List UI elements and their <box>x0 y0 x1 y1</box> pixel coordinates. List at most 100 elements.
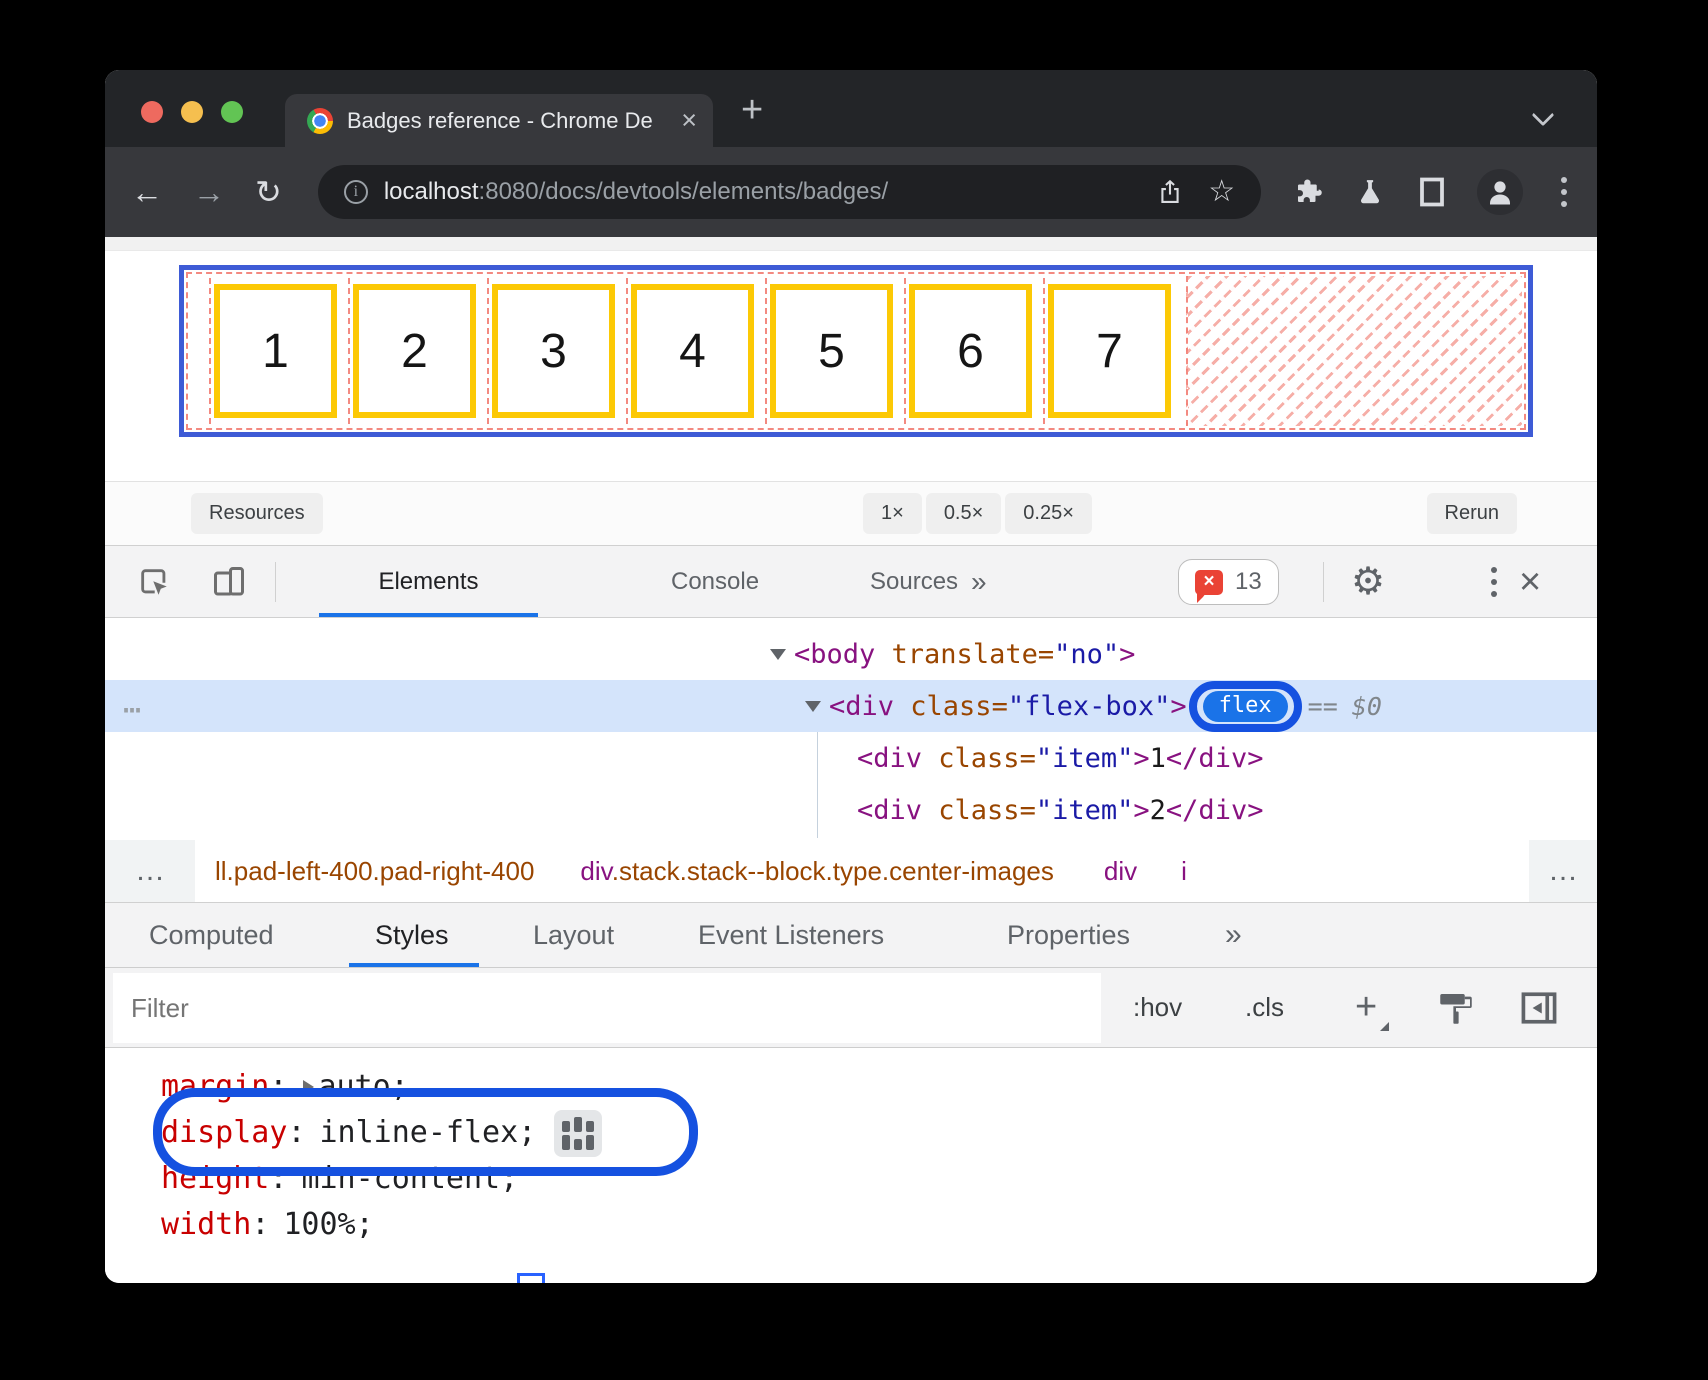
css-property-name[interactable]: margin <box>161 1064 269 1110</box>
css-property-value[interactable]: auto; <box>318 1064 408 1110</box>
browser-tab[interactable]: Badges reference - Chrome De × <box>285 94 713 147</box>
tree-row-flex-box-selected[interactable]: … <div class="flex-box"> flex == $0 <box>105 680 1597 732</box>
error-count: 13 <box>1235 568 1262 596</box>
side-panel-icon[interactable] <box>1417 175 1447 209</box>
css-rule-width[interactable]: width:100%; <box>105 1202 1597 1248</box>
flex-demo-row: 1234567 <box>188 274 1524 428</box>
flex-item: 7 <box>1048 284 1171 418</box>
new-tab-button[interactable]: + <box>741 91 763 129</box>
toolbar-divider <box>275 562 276 602</box>
toolbar-divider <box>1323 562 1324 602</box>
scale-button[interactable]: 0.25× <box>1005 493 1092 534</box>
devtools-close-icon[interactable]: × <box>1519 546 1541 617</box>
window-close-button[interactable] <box>141 101 163 123</box>
breadcrumb-item[interactable]: i <box>1181 856 1187 887</box>
browser-menu-kebab-icon[interactable] <box>1557 173 1571 211</box>
flex-badge-highlight-ring: flex <box>1203 691 1288 722</box>
css-property-name[interactable]: display <box>161 1110 287 1156</box>
styles-filter-input[interactable] <box>113 973 1101 1043</box>
tab-event-listeners[interactable]: Event Listeners <box>698 903 884 967</box>
tab-strip: Badges reference - Chrome De × + <box>105 70 1597 147</box>
flex-item: 4 <box>631 284 754 418</box>
flex-item: 1 <box>214 284 337 418</box>
labs-flask-icon[interactable] <box>1355 177 1385 207</box>
tree-row-item-2[interactable]: <div class="item">2</div> <box>105 784 1597 836</box>
css-property-name[interactable]: height <box>161 1156 269 1202</box>
css-rule-display[interactable]: display:inline-flex; <box>105 1110 1597 1156</box>
tab-layout[interactable]: Layout <box>533 903 614 967</box>
tab-computed[interactable]: Computed <box>149 903 274 967</box>
site-info-icon[interactable]: i <box>344 180 368 204</box>
breadcrumb-item[interactable]: div.stack.stack--block.type.center-image… <box>580 856 1053 887</box>
devtools-menu-kebab-icon[interactable] <box>1453 546 1501 617</box>
element-classes-toggle[interactable]: .cls <box>1245 968 1284 1047</box>
expand-caret-icon[interactable] <box>805 701 821 712</box>
flex-items: 1234567 <box>198 274 1171 428</box>
paint-roller-icon[interactable] <box>1435 968 1477 1047</box>
css-property-value[interactable]: inline-flex; <box>320 1110 537 1156</box>
reload-button[interactable]: ↻ <box>255 176 282 208</box>
resources-button[interactable]: Resources <box>191 493 323 534</box>
more-tabs-icon[interactable]: » <box>971 546 987 617</box>
page-content: 1234567 Resources 1×0.5×0.25× Rerun <box>105 237 1597 545</box>
breadcrumb-overflow-left[interactable]: … <box>105 840 195 902</box>
url-text[interactable]: localhost:8080/docs/devtools/elements/ba… <box>384 178 1130 206</box>
flex-item: 5 <box>770 284 893 418</box>
expand-caret-icon[interactable] <box>770 649 786 660</box>
scale-button[interactable]: 1× <box>863 493 922 534</box>
flex-item: 3 <box>492 284 615 418</box>
css-rules-pane: margin:auto; display:inline-flex; height… <box>105 1048 1597 1283</box>
css-rule-height[interactable]: height:min-content; <box>105 1156 1597 1202</box>
tab-elements[interactable]: Elements <box>319 546 538 617</box>
device-toolbar-icon[interactable] <box>211 546 247 617</box>
breadcrumb: … ll.pad-left-400.pad-right-400 div.stac… <box>105 840 1597 903</box>
tab-styles[interactable]: Styles <box>375 903 449 967</box>
inspect-element-icon[interactable] <box>137 546 171 617</box>
css-property-name[interactable]: width <box>161 1202 251 1248</box>
error-badge[interactable]: × 13 <box>1178 559 1279 605</box>
scale-button[interactable]: 0.5× <box>926 493 1001 534</box>
new-style-rule-button[interactable]: + <box>1355 968 1377 1047</box>
item1-element-code: <div class="item">1</div> <box>857 743 1263 774</box>
toggle-sidebar-panel-icon[interactable] <box>1517 968 1561 1047</box>
flex-badge[interactable]: flex <box>1203 691 1288 722</box>
window-minimize-button[interactable] <box>181 101 203 123</box>
extensions-puzzle-icon[interactable] <box>1293 177 1323 207</box>
tab-close-icon[interactable]: × <box>681 107 697 134</box>
css-rule-margin[interactable]: margin:auto; <box>105 1064 1597 1110</box>
chevron-down-icon[interactable] <box>1532 104 1555 127</box>
traffic-lights <box>141 101 243 123</box>
hidden-ancestors-ellipsis[interactable]: … <box>123 686 143 721</box>
tab-sources[interactable]: Sources <box>870 546 958 617</box>
breadcrumb-overflow-right[interactable]: … <box>1529 840 1597 902</box>
css-property-value[interactable]: min-content; <box>301 1156 518 1202</box>
back-button[interactable]: ← <box>131 176 163 208</box>
styles-sidebar-tabs: Computed Styles Layout Event Listeners P… <box>105 903 1597 968</box>
forward-button[interactable]: → <box>193 176 225 208</box>
url-bar[interactable]: i localhost:8080/docs/devtools/elements/… <box>318 165 1261 219</box>
bookmark-star-icon[interactable]: ☆ <box>1208 177 1235 207</box>
url-path: :8080/docs/devtools/elements/badges/ <box>479 178 889 205</box>
flex-container-demo[interactable]: 1234567 <box>179 265 1533 437</box>
page-top-strip <box>105 237 1597 251</box>
gear-icon[interactable]: ⚙ <box>1351 546 1385 617</box>
item2-element-code: <div class="item">2</div> <box>857 795 1263 826</box>
pseudo-state-toggle[interactable]: :hov <box>1133 968 1182 1047</box>
tab-properties[interactable]: Properties <box>1007 903 1130 967</box>
profile-avatar[interactable] <box>1477 169 1523 215</box>
tab-console[interactable]: Console <box>671 546 759 617</box>
breadcrumb-item[interactable]: div <box>1104 856 1137 887</box>
css-property-value[interactable]: 100%; <box>283 1202 373 1248</box>
flex-box-element-code: <div class="flex-box"> <box>829 691 1187 722</box>
share-icon[interactable] <box>1156 178 1184 206</box>
breadcrumb-item[interactable]: ll.pad-left-400.pad-right-400 <box>215 856 534 887</box>
flex-free-space-overlay <box>1186 276 1522 426</box>
tree-row-body[interactable]: <body translate="no"> <box>105 628 1597 680</box>
flexbox-editor-icon[interactable] <box>554 1110 602 1157</box>
more-sidebar-tabs-icon[interactable]: » <box>1225 903 1242 967</box>
window-zoom-button[interactable] <box>221 101 243 123</box>
equals-sign: == <box>1308 692 1338 721</box>
tree-row-item-1[interactable]: <div class="item">1</div> <box>105 732 1597 784</box>
rerun-button[interactable]: Rerun <box>1427 493 1517 534</box>
shorthand-expander-icon[interactable] <box>303 1080 314 1094</box>
